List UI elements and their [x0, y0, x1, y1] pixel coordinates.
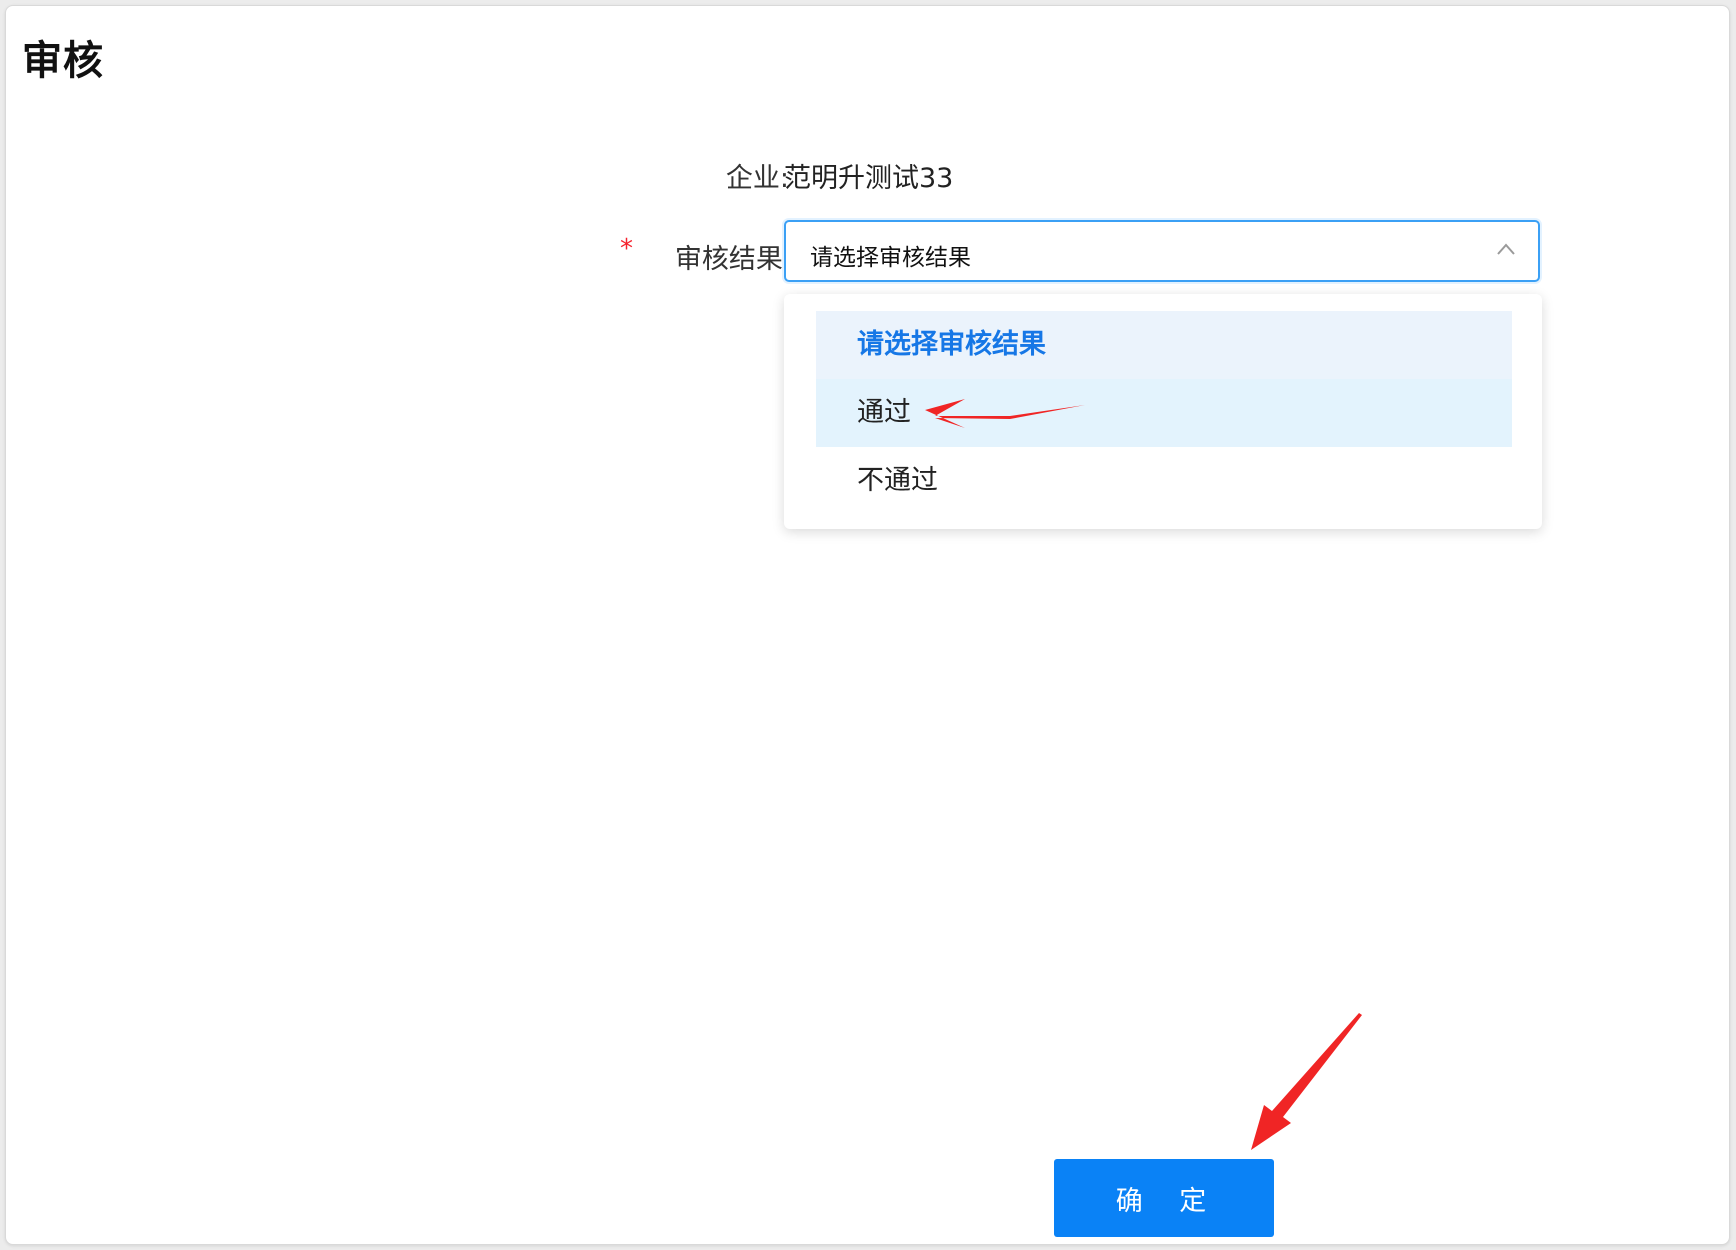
review-result-dropdown: 请选择审核结果 通过 不通过 — [784, 294, 1542, 529]
review-dialog: 审核 企业: 范明升测试33 * 审核结果: 请选择审核结果 请选择审核结果 通… — [5, 5, 1730, 1245]
company-label: 企业: — [725, 163, 789, 194]
option-please-select[interactable]: 请选择审核结果 — [816, 311, 1512, 379]
chevron-up-icon — [1497, 243, 1515, 255]
option-fail[interactable]: 不通过 — [816, 447, 1512, 515]
select-current-value: 请选择审核结果 — [810, 245, 971, 271]
confirm-button[interactable]: 确 定 — [1054, 1159, 1274, 1237]
company-value: 范明升测试33 — [784, 163, 954, 194]
review-result-select[interactable]: 请选择审核结果 — [784, 220, 1540, 282]
option-pass[interactable]: 通过 — [816, 379, 1512, 447]
page-title: 审核 — [22, 38, 104, 84]
required-mark: * — [620, 234, 633, 264]
review-result-label: 审核结果: — [674, 244, 792, 275]
